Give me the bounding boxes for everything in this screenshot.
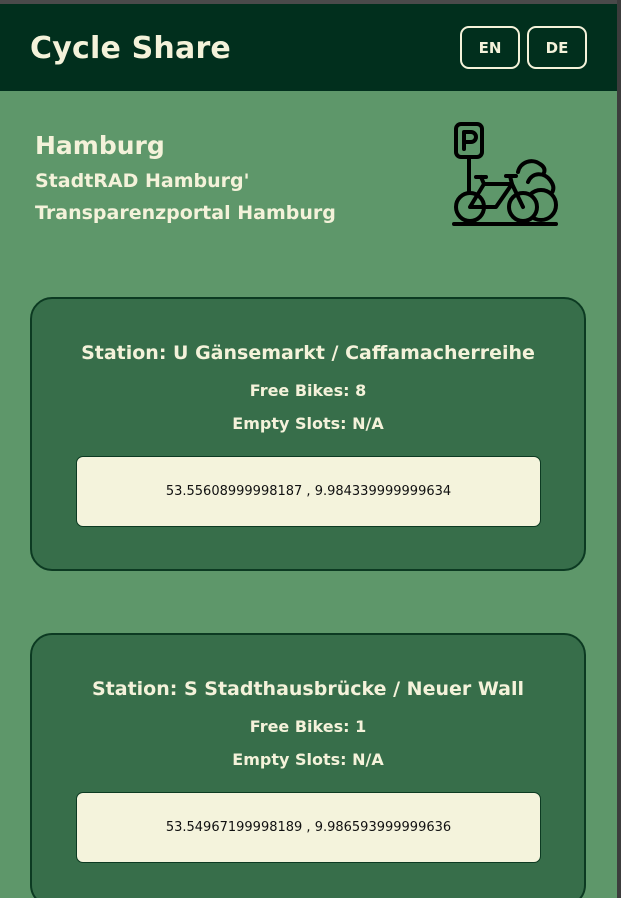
free-bikes-count: Free Bikes: 8 bbox=[249, 381, 367, 400]
station-coordinates[interactable]: 53.55608999998187 , 9.984339999999634 bbox=[76, 456, 541, 527]
bike-parking-icon bbox=[452, 122, 558, 226]
city-name: Hamburg bbox=[35, 131, 165, 160]
station-coordinates[interactable]: 53.54967199998189 , 9.986593999999636 bbox=[76, 792, 541, 863]
free-bikes-count: Free Bikes: 1 bbox=[249, 717, 367, 736]
data-source: Transparenzportal Hamburg bbox=[35, 202, 336, 224]
empty-slots-count: Empty Slots: N/A bbox=[232, 414, 384, 433]
station-name: Station: U Gänsemarkt / Caffamacherreihe bbox=[81, 342, 535, 364]
app-title: Cycle Share bbox=[30, 31, 231, 66]
scrollbar-track[interactable] bbox=[617, 0, 621, 898]
station-card: Station: U Gänsemarkt / Caffamacherreihe… bbox=[30, 297, 586, 571]
station-card: Station: S Stadthausbrücke / Neuer Wall … bbox=[30, 633, 586, 898]
coordinates-text: 53.54967199998189 , 9.986593999999636 bbox=[165, 820, 452, 835]
provider-name: StadtRAD Hamburg' bbox=[35, 170, 250, 192]
app-page: Cycle Share EN DE Hamburg StadtRAD Hambu… bbox=[0, 0, 621, 898]
language-en-button[interactable]: EN bbox=[460, 26, 520, 69]
empty-slots-count: Empty Slots: N/A bbox=[232, 750, 384, 769]
app-header: Cycle Share EN DE bbox=[0, 4, 617, 91]
coordinates-text: 53.55608999998187 , 9.984339999999634 bbox=[165, 484, 452, 499]
city-info: Hamburg StadtRAD Hamburg' Transparenzpor… bbox=[35, 130, 336, 228]
station-name: Station: S Stadthausbrücke / Neuer Wall bbox=[92, 678, 524, 700]
language-de-button[interactable]: DE bbox=[527, 26, 587, 69]
